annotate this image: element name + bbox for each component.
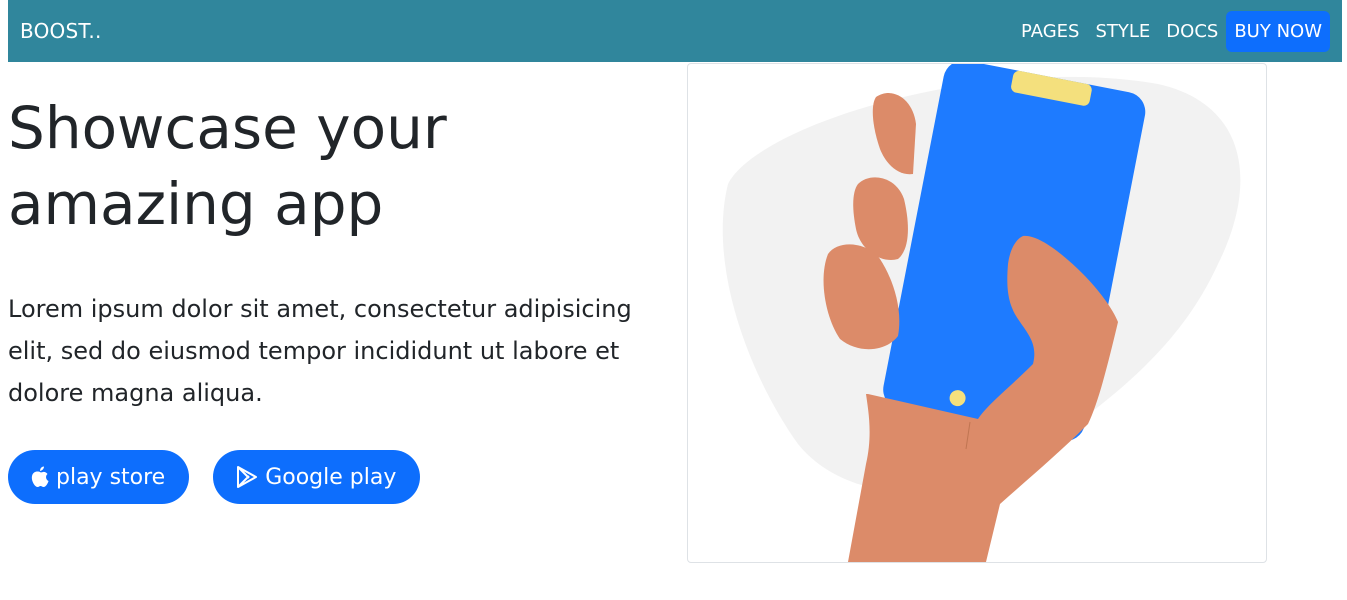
play-store-button[interactable]: play store <box>8 450 190 504</box>
google-play-label: Google play <box>265 464 397 490</box>
nav-link-docs[interactable]: DOCS <box>1158 21 1226 42</box>
brand-logo[interactable]: BOOST.. <box>20 19 102 43</box>
play-store-label: play store <box>56 464 166 490</box>
navbar: BOOST.. PAGES STYLE DOCS BUY NOW <box>8 0 1342 62</box>
apple-icon <box>30 466 50 488</box>
hand-holding-phone-illustration <box>722 64 1241 562</box>
nav-link-style[interactable]: STYLE <box>1087 21 1158 42</box>
store-buttons: play store Google play <box>8 450 421 504</box>
nav-menu: PAGES STYLE DOCS BUY NOW <box>1013 10 1330 52</box>
hero-illustration <box>687 63 1267 563</box>
hero-description: Lorem ipsum dolor sit amet, consectetur … <box>8 295 632 407</box>
buy-now-button[interactable]: BUY NOW <box>1226 10 1330 52</box>
google-play-button[interactable]: Google play <box>213 450 421 504</box>
hero-title: Showcase your amazing app <box>8 94 447 238</box>
nav-link-pages[interactable]: PAGES <box>1013 21 1087 42</box>
google-play-icon <box>235 465 259 489</box>
